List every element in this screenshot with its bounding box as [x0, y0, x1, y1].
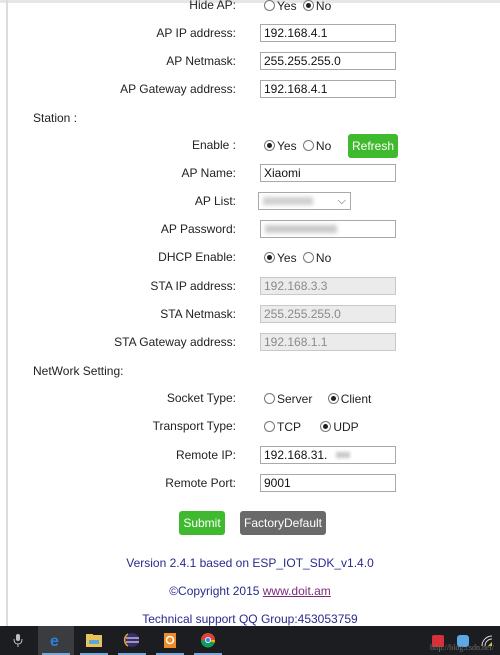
- config-page: Hide AP: Yes No AP IP address: AP Netmas…: [0, 0, 500, 626]
- radio-circle: [264, 0, 275, 11]
- dhcp-label: DHCP Enable:: [158, 250, 236, 264]
- submit-button[interactable]: Submit: [179, 511, 225, 535]
- copyright-line: ©Copyright 2015 www.doit.am: [0, 584, 500, 598]
- hide-ap-no-radio[interactable]: No: [302, 0, 331, 18]
- ap-netmask-row: AP Netmask:: [0, 49, 500, 73]
- eclipse-ide-icon: [123, 633, 139, 647]
- chrome-icon: [200, 633, 216, 648]
- ap-gateway-input[interactable]: [260, 80, 396, 98]
- taskbar-file-explorer[interactable]: [76, 626, 112, 655]
- taskbar-edge[interactable]: e: [38, 626, 74, 655]
- dhcp-row: DHCP Enable: Yes No: [0, 245, 500, 269]
- ap-gateway-row: AP Gateway address:: [0, 77, 500, 101]
- socket-type-radio-group: Server Client: [264, 386, 374, 411]
- ap-name-row: AP Name:: [0, 161, 500, 185]
- radio-circle: [302, 251, 314, 263]
- radio-circle-selected: [327, 392, 339, 404]
- station-enable-no-radio[interactable]: No: [302, 134, 331, 158]
- ap-password-input[interactable]: [260, 220, 396, 238]
- orange-app-icon: [164, 633, 176, 648]
- version-text: Version 2.4.1 based on ESP_IOT_SDK_v1.4.…: [126, 556, 374, 570]
- ap-list-row: AP List: ⌵: [0, 189, 500, 213]
- sta-netmask-label: STA Netmask:: [160, 307, 236, 321]
- dhcp-yes-radio[interactable]: Yes: [264, 246, 297, 270]
- transport-tcp-radio[interactable]: TCP: [264, 415, 301, 439]
- transport-type-label: Transport Type:: [152, 419, 236, 433]
- station-enable-row: Enable : Yes No Refresh: [0, 133, 500, 158]
- remote-ip-label: Remote IP:: [175, 448, 236, 462]
- socket-type-label: Socket Type:: [166, 391, 236, 405]
- hide-ap-yes-radio[interactable]: Yes: [264, 0, 297, 18]
- redacted-value: [263, 197, 313, 205]
- ap-netmask-input[interactable]: [260, 52, 396, 70]
- doit-link[interactable]: www.doit.am: [263, 584, 331, 598]
- dhcp-no-radio[interactable]: No: [302, 246, 331, 270]
- factory-default-button[interactable]: FactoryDefault: [240, 511, 326, 535]
- svg-text:e: e: [50, 633, 59, 648]
- network-section-title: NetWork Setting:: [33, 364, 124, 378]
- taskbar: e http://blog.csdn.net/: [0, 626, 500, 655]
- radio-circle-selected: [264, 139, 275, 151]
- ap-gateway-label: AP Gateway address:: [120, 82, 236, 96]
- ap-name-label: AP Name:: [181, 166, 236, 180]
- socket-client-radio[interactable]: Client: [327, 387, 371, 411]
- station-enable-yes-radio[interactable]: Yes: [264, 134, 297, 158]
- radio-circle: [264, 392, 275, 404]
- taskbar-eclipse[interactable]: [114, 626, 150, 655]
- remote-port-label: Remote Port:: [165, 476, 236, 490]
- ap-ip-row: AP IP address:: [0, 21, 500, 45]
- sta-ip-row: STA IP address:: [0, 274, 500, 298]
- sta-gateway-input: [260, 333, 396, 351]
- transport-udp-radio[interactable]: UDP: [320, 415, 359, 439]
- remote-ip-row: Remote IP:: [0, 443, 500, 467]
- sta-ip-input: [260, 277, 396, 295]
- station-enable-radio-group: Yes No: [264, 133, 334, 158]
- taskbar-orange-app[interactable]: [152, 626, 188, 655]
- refresh-button[interactable]: Refresh: [348, 134, 398, 158]
- redacted-value: [265, 225, 337, 233]
- ap-ip-label: AP IP address:: [156, 26, 236, 40]
- hide-ap-radio-group: Yes No: [264, 0, 334, 18]
- microphone-icon: [13, 634, 23, 647]
- edge-browser-icon: e: [50, 633, 59, 648]
- chevron-down-icon: ⌵: [337, 195, 346, 207]
- remote-port-input[interactable]: [260, 474, 396, 492]
- taskbar-chrome[interactable]: [190, 626, 226, 655]
- radio-circle-selected: [302, 0, 314, 11]
- socket-type-row: Socket Type: Server Client: [0, 386, 500, 410]
- socket-server-radio[interactable]: Server: [264, 387, 312, 411]
- sta-gateway-label: STA Gateway address:: [114, 335, 236, 349]
- remote-ip-input[interactable]: [260, 446, 396, 464]
- taskbar-microphone[interactable]: [0, 626, 36, 655]
- station-section-title: Station :: [33, 111, 78, 125]
- sta-netmask-row: STA Netmask:: [0, 302, 500, 326]
- file-explorer-icon: [86, 634, 102, 647]
- radio-circle: [264, 420, 275, 432]
- sta-gateway-row: STA Gateway address:: [0, 330, 500, 354]
- dhcp-radio-group: Yes No: [264, 245, 334, 270]
- sta-netmask-input: [260, 305, 396, 323]
- radio-circle-selected: [320, 420, 332, 432]
- ap-password-row: AP Password:: [0, 217, 500, 241]
- watermark-text: http://blog.csdn.net/: [430, 643, 494, 652]
- radio-circle-selected: [264, 251, 275, 263]
- ap-list-label: AP List:: [194, 194, 236, 208]
- redacted-value: [336, 452, 350, 458]
- support-text: Technical support QQ Group:453053759: [142, 612, 358, 626]
- transport-type-radio-group: TCP UDP: [264, 414, 362, 439]
- station-enable-label: Enable :: [191, 138, 236, 152]
- remote-port-row: Remote Port:: [0, 471, 500, 495]
- ap-name-input[interactable]: [260, 164, 396, 182]
- transport-type-row: Transport Type: TCP UDP: [0, 414, 500, 438]
- hide-ap-row: Hide AP: Yes No: [0, 0, 500, 17]
- ap-netmask-label: AP Netmask:: [166, 54, 236, 68]
- ap-password-label: AP Password:: [160, 222, 236, 236]
- ap-list-select[interactable]: ⌵: [258, 192, 351, 210]
- sta-ip-label: STA IP address:: [150, 279, 236, 293]
- radio-circle: [302, 139, 314, 151]
- ap-ip-input[interactable]: [260, 24, 396, 42]
- copyright-text: ©Copyright 2015: [169, 584, 263, 598]
- hide-ap-label: Hide AP:: [189, 0, 236, 12]
